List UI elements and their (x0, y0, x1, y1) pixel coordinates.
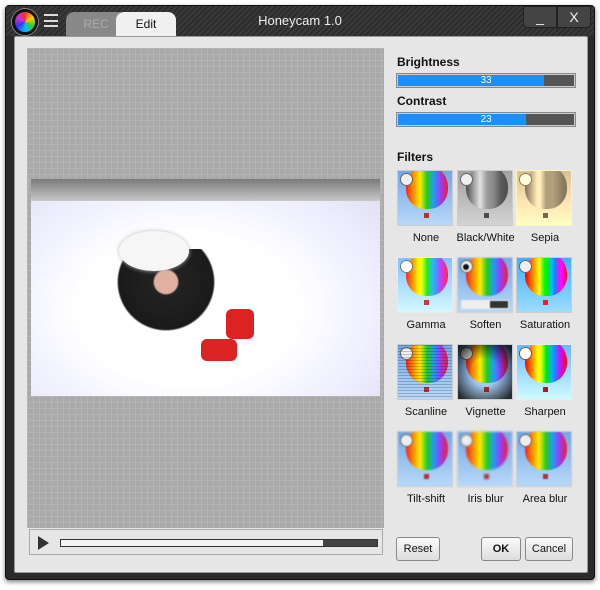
brightness-label: Brightness (397, 55, 460, 69)
filter-label: Gamma (406, 319, 446, 331)
filter-radio[interactable] (519, 434, 532, 447)
window-title: Honeycam 1.0 (258, 13, 342, 28)
filter-radio[interactable] (459, 347, 473, 360)
filter-label: Area blur (522, 493, 568, 505)
filter-label: None (412, 232, 440, 244)
ok-button[interactable]: OK (481, 537, 521, 561)
filter-label: Tilt-shift (406, 493, 446, 505)
filter-black-white[interactable]: Black/White (456, 170, 515, 244)
filter-radio[interactable] (459, 434, 473, 447)
filter-soften[interactable]: Soften (456, 257, 515, 331)
reset-button[interactable]: Reset (396, 537, 440, 561)
preview-image (31, 179, 380, 396)
filter-radio[interactable] (400, 173, 413, 186)
filters-label: Filters (397, 150, 434, 164)
playback-controls (29, 529, 383, 555)
filter-label: Scanline (404, 406, 448, 418)
filter-sharpen[interactable]: Sharpen (516, 344, 574, 418)
preview-area (27, 48, 384, 528)
filter-label: Black/White (456, 232, 515, 244)
filter-area-blur[interactable]: Area blur (516, 431, 574, 505)
contrast-label: Contrast (397, 94, 447, 108)
close-button[interactable]: X (557, 6, 591, 28)
filter-scanline[interactable]: Scanline (397, 344, 455, 418)
filter-thumbnail[interactable] (516, 170, 572, 226)
filter-label: Soften (469, 319, 502, 331)
filter-label: Vignette (465, 406, 506, 418)
filter-radio[interactable] (459, 260, 473, 273)
filter-gamma[interactable]: Gamma (397, 257, 455, 331)
filter-iris-blur[interactable]: Iris blur (456, 431, 515, 505)
filter-tilt-shift[interactable]: Tilt-shift (397, 431, 455, 505)
filter-thumbnail[interactable] (397, 257, 453, 313)
filter-radio[interactable] (519, 260, 532, 273)
editor-panel: Brightness 33 Contrast 23 Filters None Bl… (14, 36, 588, 573)
filter-vignette[interactable]: Vignette (456, 344, 515, 418)
filter-sepia[interactable]: Sepia (516, 170, 574, 244)
filter-none[interactable]: None (397, 170, 455, 244)
filter-thumbnail[interactable] (397, 431, 453, 487)
filter-label: Iris blur (467, 493, 504, 505)
filter-thumbnail[interactable] (397, 344, 453, 400)
cancel-button[interactable]: Cancel (525, 537, 573, 561)
filter-thumbnail[interactable] (516, 257, 572, 313)
brightness-slider[interactable]: 33 (396, 73, 576, 88)
filter-thumbnail[interactable] (456, 257, 513, 313)
filter-radio[interactable] (400, 434, 413, 447)
filter-radio[interactable] (459, 173, 473, 186)
filter-radio[interactable] (519, 347, 532, 360)
filter-thumbnail[interactable] (516, 344, 572, 400)
app-window: REC Edit Honeycam 1.0 _ X Brightness 33 … (5, 5, 595, 580)
filter-strength-slider[interactable] (460, 300, 509, 309)
seek-bar[interactable] (60, 539, 378, 547)
filter-radio[interactable] (519, 173, 532, 186)
filter-label: Sepia (530, 232, 560, 244)
filter-thumbnail[interactable] (456, 170, 513, 226)
contrast-slider[interactable]: 23 (396, 112, 576, 127)
filter-thumbnail[interactable] (456, 344, 513, 400)
filter-thumbnail[interactable] (397, 170, 453, 226)
filter-label: Saturation (519, 319, 571, 331)
filter-radio[interactable] (400, 260, 413, 273)
filter-thumbnail[interactable] (516, 431, 572, 487)
minimize-button[interactable]: _ (523, 6, 557, 28)
play-icon[interactable] (38, 536, 49, 550)
title-bar[interactable]: REC Edit Honeycam 1.0 _ X (6, 6, 594, 36)
filter-label: Sharpen (524, 406, 566, 418)
filter-thumbnail[interactable] (456, 431, 513, 487)
filter-saturation[interactable]: Saturation (516, 257, 574, 331)
filter-radio[interactable] (400, 347, 413, 360)
